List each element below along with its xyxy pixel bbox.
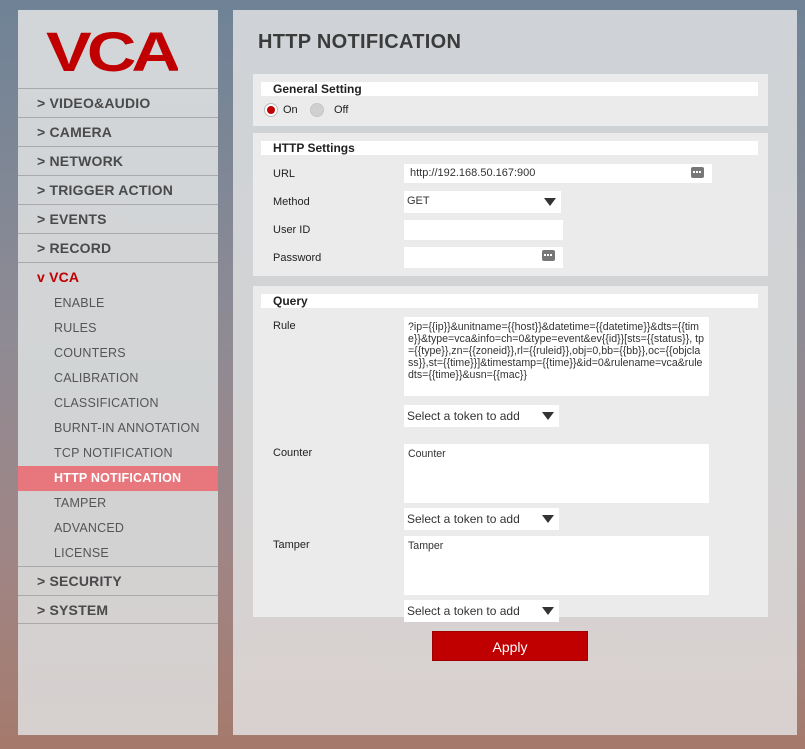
nav-sub-tamper[interactable]: TAMPER bbox=[18, 491, 218, 516]
nav-sub-calibration[interactable]: CALIBRATION bbox=[18, 366, 218, 391]
counter-token-placeholder: Select a token to add bbox=[407, 512, 520, 526]
more-icon[interactable] bbox=[542, 250, 555, 261]
nav-security[interactable]: > SECURITY bbox=[18, 566, 218, 595]
rule-label: Rule bbox=[273, 320, 296, 332]
nav-trigger-action[interactable]: > TRIGGER ACTION bbox=[18, 175, 218, 204]
nav-sub-enable[interactable]: ENABLE bbox=[18, 291, 218, 316]
nav-sub-counters[interactable]: COUNTERS bbox=[18, 341, 218, 366]
chevron-down-icon bbox=[544, 198, 556, 206]
counter-textarea[interactable]: Counter bbox=[404, 444, 709, 503]
chevron-down-icon bbox=[542, 515, 554, 523]
chevron-down-icon bbox=[542, 412, 554, 420]
nav-sub-advanced[interactable]: ADVANCED bbox=[18, 516, 218, 541]
nav-events[interactable]: > EVENTS bbox=[18, 204, 218, 233]
general-setting-panel: General Setting On Off bbox=[253, 74, 768, 126]
query-title: Query bbox=[273, 294, 308, 308]
http-settings-panel: HTTP Settings URL http://192.168.50.167:… bbox=[253, 133, 768, 276]
tamper-textarea[interactable]: Tamper bbox=[404, 536, 709, 595]
password-input[interactable] bbox=[404, 247, 563, 268]
nav-vca[interactable]: v VCA bbox=[18, 262, 218, 291]
nav-system[interactable]: > SYSTEM bbox=[18, 595, 218, 624]
counter-label: Counter bbox=[273, 447, 313, 459]
svg-text:VCA: VCA bbox=[46, 24, 178, 76]
nav-sub-burnt-in-annotation[interactable]: BURNT-IN ANNOTATION bbox=[18, 416, 218, 441]
nav-network[interactable]: > NETWORK bbox=[18, 146, 218, 175]
url-input[interactable]: http://192.168.50.167:900 bbox=[404, 164, 712, 183]
radio-off-label: Off bbox=[334, 104, 349, 116]
http-settings-title: HTTP Settings bbox=[273, 141, 355, 155]
sidebar-nav: > VIDEO&AUDIO > CAMERA > NETWORK > TRIGG… bbox=[18, 88, 218, 624]
page-title: HTTP NOTIFICATION bbox=[258, 31, 462, 53]
radio-on-label: On bbox=[283, 104, 298, 116]
general-setting-title: General Setting bbox=[273, 82, 362, 96]
method-select[interactable]: GET bbox=[404, 191, 561, 213]
nav-video-audio[interactable]: > VIDEO&AUDIO bbox=[18, 88, 218, 117]
nav-sub-tcp-notification[interactable]: TCP NOTIFICATION bbox=[18, 441, 218, 466]
userid-label: User ID bbox=[273, 224, 311, 236]
content-area: HTTP NOTIFICATION General Setting On Off… bbox=[233, 10, 797, 735]
url-value: http://192.168.50.167:900 bbox=[410, 167, 536, 179]
userid-input[interactable] bbox=[404, 220, 563, 240]
nav-sub-rules[interactable]: RULES bbox=[18, 316, 218, 341]
apply-button[interactable]: Apply bbox=[432, 631, 588, 661]
tamper-label: Tamper bbox=[273, 539, 310, 551]
method-value: GET bbox=[407, 195, 430, 207]
query-panel: Query Rule ?ip={{ip}}&unitname={{host}}&… bbox=[253, 286, 768, 622]
query-header: Query bbox=[261, 294, 758, 308]
rule-textarea[interactable]: ?ip={{ip}}&unitname={{host}}&datetime={{… bbox=[404, 317, 709, 396]
sidebar: VCA > VIDEO&AUDIO > CAMERA > NETWORK > T… bbox=[18, 10, 218, 735]
general-setting-header: General Setting bbox=[261, 82, 758, 96]
nav-sub-classification[interactable]: CLASSIFICATION bbox=[18, 391, 218, 416]
nav-camera[interactable]: > CAMERA bbox=[18, 117, 218, 146]
more-icon[interactable] bbox=[691, 167, 704, 178]
password-label: Password bbox=[273, 252, 322, 264]
radio-on[interactable] bbox=[264, 103, 278, 117]
tamper-token-select[interactable]: Select a token to add bbox=[404, 600, 559, 622]
chevron-down-icon bbox=[542, 607, 554, 615]
http-settings-header: HTTP Settings bbox=[261, 141, 758, 155]
nav-sub-license[interactable]: LICENSE bbox=[18, 541, 218, 566]
counter-token-select[interactable]: Select a token to add bbox=[404, 508, 559, 530]
nav-sub-http-notification[interactable]: HTTP NOTIFICATION bbox=[18, 466, 218, 491]
rule-token-placeholder: Select a token to add bbox=[407, 409, 520, 423]
radio-off[interactable] bbox=[310, 103, 324, 117]
tamper-token-placeholder: Select a token to add bbox=[407, 604, 520, 618]
method-label: Method bbox=[273, 196, 310, 208]
nav-record[interactable]: > RECORD bbox=[18, 233, 218, 262]
vca-logo: VCA bbox=[46, 24, 178, 76]
url-label: URL bbox=[273, 168, 296, 180]
rule-token-select[interactable]: Select a token to add bbox=[404, 405, 559, 427]
